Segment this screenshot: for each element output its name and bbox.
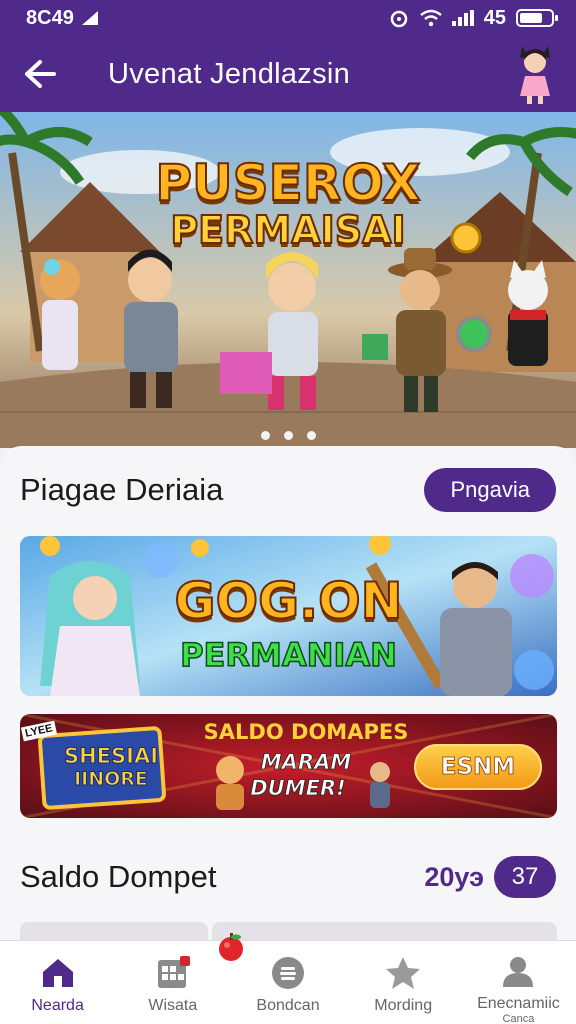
section-games-title: Piagae Deriaia (20, 472, 224, 507)
battery-icon (516, 9, 558, 27)
bottom-nav: Nearda Wisata Bondcan Mording Enecnamiic… (0, 940, 576, 1024)
promo-banner[interactable]: LYEE SHESIAI IINORE SALDO DOMAPES MARAM … (20, 714, 557, 818)
alarm-icon (390, 10, 407, 28)
carousel-dots (0, 431, 576, 440)
promo-sub-line1: MARAM (260, 750, 352, 775)
promo-badge-line2: IINORE (74, 768, 149, 791)
hero-title: PUSEROX (154, 153, 421, 213)
page-title: Uvenat Jendlazsin (108, 57, 351, 90)
game-banner-1-title: GOG.ON (174, 571, 404, 631)
section-wallet-side-text: 20уэ (424, 861, 484, 892)
home-icon (40, 955, 76, 991)
nav-sublabel-profile: Canca (502, 1013, 535, 1024)
promo-headline: SALDO DOMAPES (203, 720, 409, 744)
game-banner-1[interactable]: GOG.ON PERMANIAN (20, 536, 557, 696)
profile-icon (500, 955, 536, 989)
nav-label-wisata: Wisata (148, 997, 198, 1014)
hero-subtitle: PERMAISAI (169, 207, 406, 253)
carousel-dot-3[interactable] (306, 431, 316, 440)
hero-carousel[interactable]: PUSEROX PERMAISAI (0, 112, 576, 448)
carousel-dot-2[interactable] (283, 431, 293, 440)
section-games-header: Piagae Deriaia Pngavia (20, 468, 556, 512)
battery-percent: 45 (483, 6, 506, 29)
nav-item-bondcan[interactable]: Bondcan (230, 941, 345, 1024)
back-arrow-icon (25, 60, 56, 88)
cell-signal-icon (451, 10, 474, 26)
section-wallet-title: Saldo Dompet (20, 859, 217, 894)
section-games-button[interactable]: Pngavia (424, 468, 556, 512)
promo-sub-line2: DUMER! (250, 776, 346, 801)
nav-label-mording: Mording (374, 997, 433, 1014)
status-bar: 8C49 45 (0, 0, 576, 36)
avatar[interactable] (512, 40, 558, 106)
nav-item-mording[interactable]: Mording (346, 941, 461, 1024)
promo-cta-button[interactable]: ESNM (414, 744, 542, 790)
game-banner-1-subtitle: PERMANIAN (179, 635, 397, 675)
section-wallet-count[interactable]: 37 (494, 856, 556, 898)
signal-corner-icon (81, 11, 98, 25)
wallet-card-peek-1[interactable] (20, 922, 208, 940)
app-bar: Uvenat Jendlazsin (0, 36, 576, 112)
star-icon (385, 955, 421, 991)
wifi-icon (419, 9, 442, 27)
apple-badge-icon (219, 933, 243, 961)
nav-label-bondcan: Bondcan (256, 997, 320, 1014)
section-wallet-header: Saldo Dompet 20уэ 37 (20, 856, 556, 898)
nav-item-home[interactable]: Nearda (0, 941, 115, 1024)
back-button[interactable] (0, 36, 80, 112)
nav-label-profile: Enecnamiic (477, 995, 560, 1012)
nav-label-home: Nearda (31, 997, 84, 1014)
avatar-character-icon (512, 40, 558, 106)
carousel-dot-1[interactable] (260, 431, 270, 440)
nav-item-wisata[interactable]: Wisata (115, 941, 230, 1024)
top-bar: 8C49 45 Uvenat Jendlazsin (0, 0, 576, 112)
coin-icon (270, 955, 306, 991)
status-time: 8C49 (26, 6, 74, 29)
promo-badge-line1: SHESIAI (63, 744, 159, 769)
grid-calendar-icon (155, 955, 191, 991)
nav-item-profile[interactable]: Enecnamiic Canca (461, 941, 576, 1024)
character-left (40, 259, 80, 370)
wallet-card-peek-2[interactable] (212, 922, 557, 940)
character-cat (508, 260, 548, 366)
